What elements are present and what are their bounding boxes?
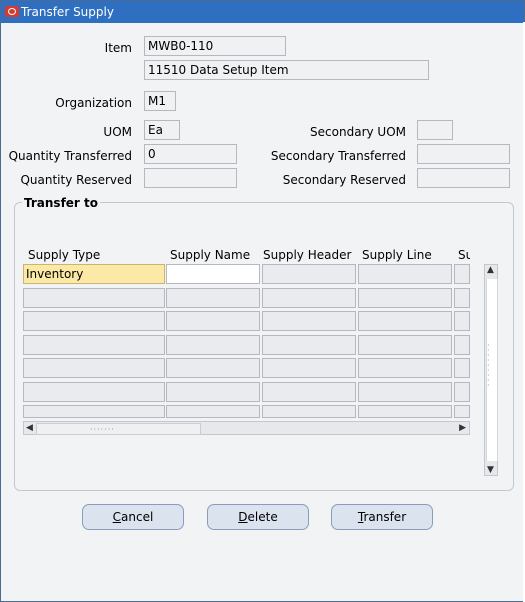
cell-supply-header[interactable]: [262, 382, 356, 402]
column-header-supply-line: Supply Line: [362, 248, 432, 262]
cell-supply-line[interactable]: [358, 358, 452, 378]
cell-supply-header[interactable]: [262, 358, 356, 378]
secondary-reserved-label: Secondary Reserved: [282, 173, 406, 187]
uom-field[interactable]: Ea: [144, 120, 180, 140]
title-bar: Transfer Supply: [1, 1, 524, 23]
cell-supply-header[interactable]: [262, 264, 356, 284]
organization-label: Organization: [55, 96, 132, 110]
cell-supply-name[interactable]: [166, 288, 260, 308]
cancel-button[interactable]: Cancel: [82, 504, 184, 530]
column-header-supply-name: Supply Name: [170, 248, 251, 262]
oracle-logo-icon: [5, 6, 19, 17]
scroll-left-icon[interactable]: ◀: [26, 423, 33, 433]
cell-supply-extra[interactable]: [454, 288, 470, 308]
cell-supply-header[interactable]: [262, 335, 356, 355]
delete-button[interactable]: Delete: [207, 504, 309, 530]
horizontal-grip-icon: ·······: [90, 425, 115, 434]
cell-supply-line[interactable]: [358, 382, 452, 402]
secondary-transferred-field[interactable]: [417, 144, 510, 164]
cell-supply-type[interactable]: [23, 382, 165, 402]
cell-supply-name[interactable]: [166, 311, 260, 331]
cell-supply-extra[interactable]: [454, 382, 470, 402]
item-label: Item: [104, 41, 132, 55]
cell-supply-header[interactable]: [262, 288, 356, 308]
cell-supply-extra[interactable]: [454, 405, 470, 418]
cell-supply-name[interactable]: [166, 405, 260, 418]
cell-supply-line[interactable]: [358, 311, 452, 331]
cell-supply-name[interactable]: [166, 382, 260, 402]
cell-supply-extra[interactable]: [454, 264, 470, 284]
column-header-supply-header: Supply Header: [263, 248, 352, 262]
secondary-transferred-label: Secondary Transferred: [270, 149, 406, 163]
quantity-reserved-label: Quantity Reserved: [20, 173, 132, 187]
cell-supply-line[interactable]: [358, 264, 452, 284]
uom-label: UOM: [103, 125, 132, 139]
secondary-uom-label: Secondary UOM: [310, 125, 406, 139]
quantity-transferred-label: Quantity Transferred: [8, 149, 132, 163]
cell-supply-name[interactable]: [166, 358, 260, 378]
cell-supply-line[interactable]: [358, 335, 452, 355]
cell-supply-name[interactable]: [166, 264, 260, 284]
quantity-transferred-field[interactable]: 0: [144, 144, 237, 164]
cell-supply-type[interactable]: [23, 311, 165, 331]
cell-supply-header[interactable]: [262, 405, 356, 418]
cell-supply-name[interactable]: [166, 335, 260, 355]
scroll-down-icon[interactable]: ▼: [487, 465, 494, 475]
cell-supply-type[interactable]: Inventory: [23, 264, 165, 284]
cell-supply-line[interactable]: [358, 288, 452, 308]
cell-supply-type[interactable]: [23, 358, 165, 378]
column-header-supply-truncated: Su: [458, 248, 470, 262]
vertical-scrollbar[interactable]: ▲ · · · · · · · · · ▼: [484, 264, 498, 476]
cell-supply-extra[interactable]: [454, 311, 470, 331]
secondary-reserved-field[interactable]: [417, 168, 510, 188]
horizontal-scroll-thumb[interactable]: [36, 423, 201, 435]
transfer-to-label: Transfer to: [22, 196, 101, 210]
cell-supply-type[interactable]: [23, 335, 165, 355]
secondary-uom-field[interactable]: [417, 120, 453, 140]
item-field[interactable]: MWB0-110: [144, 36, 286, 56]
cell-supply-header[interactable]: [262, 311, 356, 331]
column-header-supply-type: Supply Type: [28, 248, 101, 262]
cell-supply-type[interactable]: [23, 405, 165, 418]
cell-supply-extra[interactable]: [454, 358, 470, 378]
transfer-supply-window: Transfer Supply Item MWB0-110 11510 Data…: [0, 0, 525, 602]
scroll-right-icon[interactable]: ▶: [459, 423, 466, 433]
transfer-button[interactable]: Transfer: [331, 504, 433, 530]
quantity-reserved-field[interactable]: [144, 168, 237, 188]
cell-supply-type[interactable]: [23, 288, 165, 308]
cell-supply-extra[interactable]: [454, 335, 470, 355]
cell-supply-line[interactable]: [358, 405, 452, 418]
horizontal-scrollbar[interactable]: ◀ ······· ▶: [23, 421, 470, 435]
window-title: Transfer Supply: [21, 5, 114, 19]
item-description-field[interactable]: 11510 Data Setup Item: [144, 60, 429, 80]
vertical-grip-icon: · · · · · · · · ·: [487, 341, 490, 390]
scroll-up-icon[interactable]: ▲: [487, 265, 494, 275]
organization-field[interactable]: M1: [144, 91, 176, 111]
